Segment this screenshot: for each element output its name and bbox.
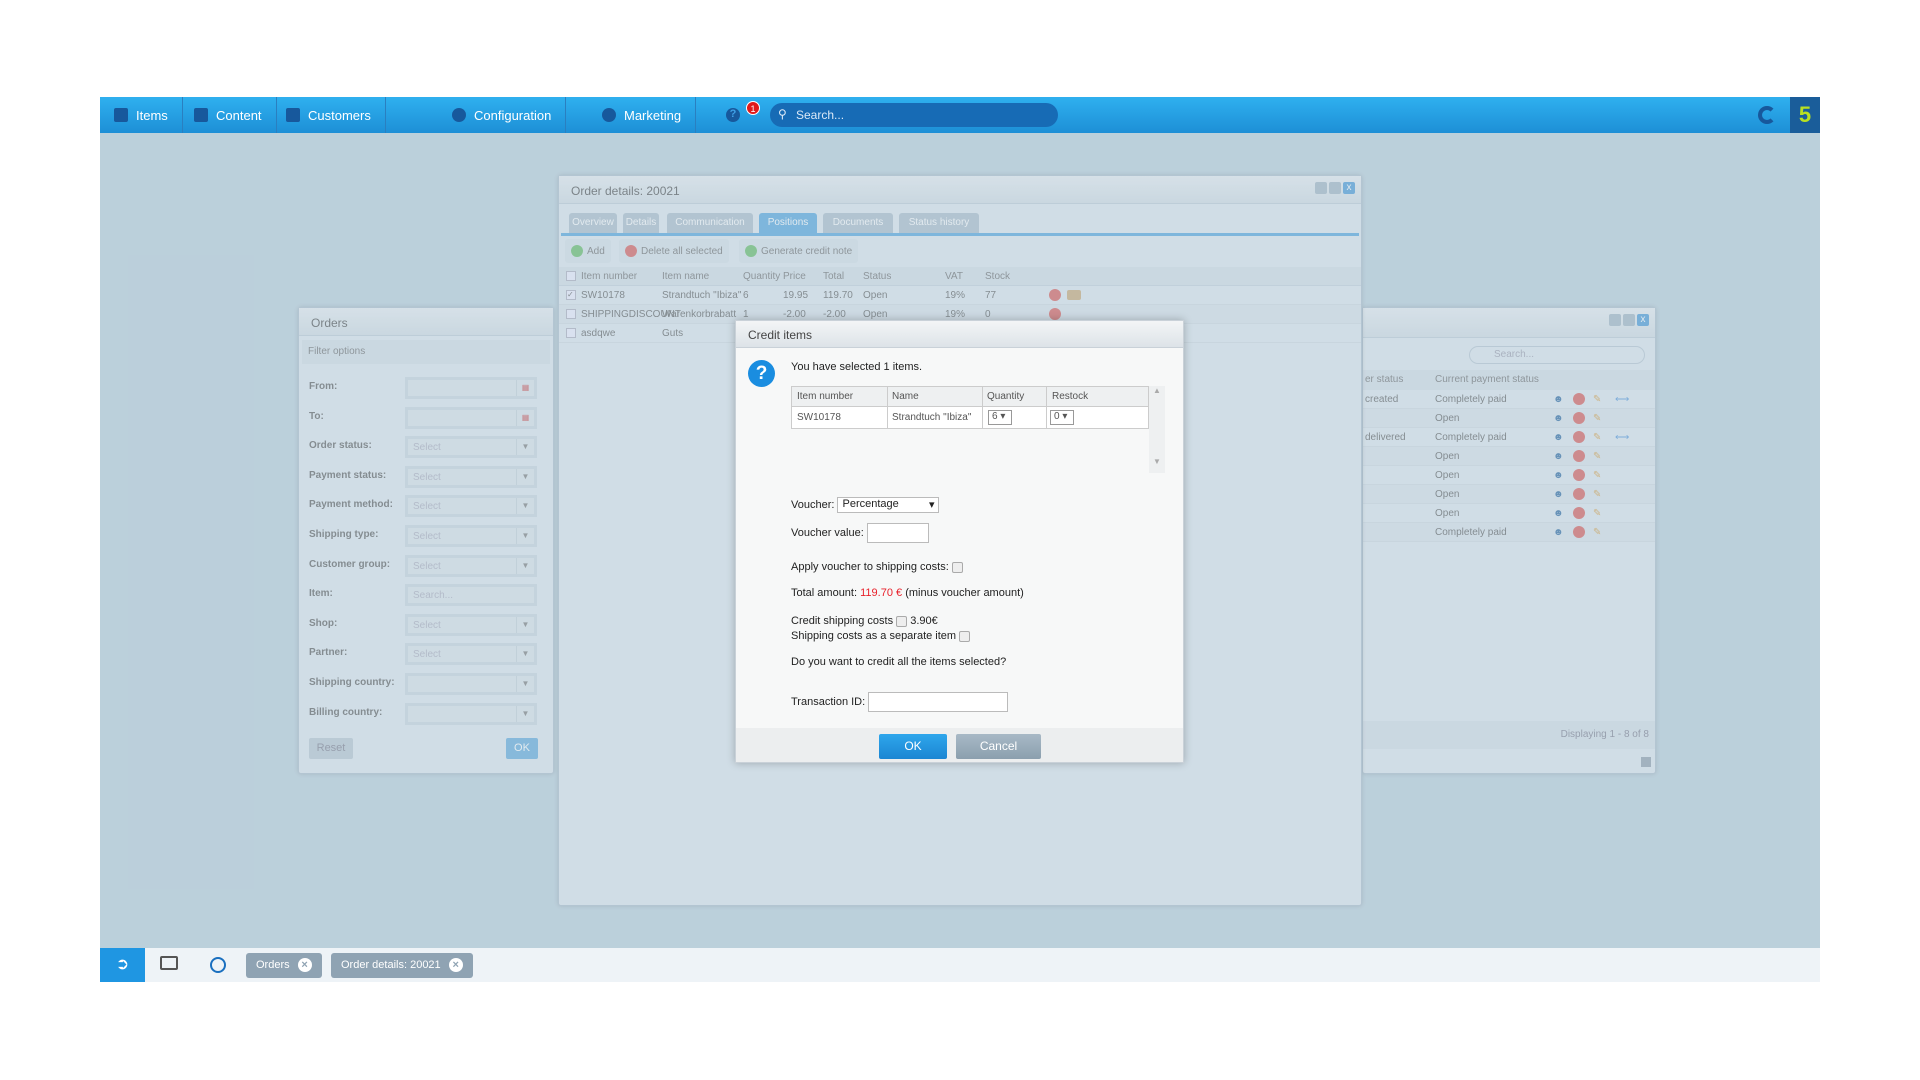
total-amount: 119.70 € (860, 587, 903, 599)
nav-label: Marketing (624, 107, 682, 123)
help-icon[interactable]: ? (726, 108, 740, 122)
credit-shipping-checkbox[interactable] (896, 615, 908, 627)
separate-item-row: Shipping costs as a separate item (791, 630, 971, 642)
taskbar-label: Orders (256, 959, 290, 971)
selected-count-text: You have selected 1 items. (791, 361, 923, 373)
nav-items[interactable]: Items (100, 97, 183, 133)
global-search-input[interactable]: ⚲ Search... (770, 103, 1058, 127)
total-label: Total amount: (791, 587, 858, 599)
transaction-id-label: Transaction ID: (791, 695, 866, 708)
nav-marketing[interactable]: Marketing (588, 97, 697, 133)
apply-voucher-label: Apply voucher to shipping costs: (791, 561, 949, 573)
voucher-type-value: Percentage (842, 498, 899, 510)
nav-configuration[interactable]: Configuration (438, 97, 567, 133)
question-icon: ? (748, 360, 775, 387)
search-icon: ⚲ (778, 107, 787, 121)
taskbar-orders[interactable]: Orders × (246, 953, 322, 978)
voucher-value-row: Voucher value: (791, 523, 929, 543)
item-number-cell: SW10178 (797, 412, 841, 423)
transaction-id-row: Transaction ID: (791, 692, 1009, 712)
taskbar-order-details[interactable]: Order details: 20021 × (331, 953, 473, 978)
shopware-logo-icon (1758, 106, 1776, 124)
windows-icon[interactable] (160, 956, 178, 970)
top-navigation-bar: Items Content Customers Configuration Ma… (100, 97, 1820, 133)
dashboard-icon[interactable] (210, 957, 226, 973)
total-amount-row: Total amount: 119.70 € (minus voucher am… (791, 587, 1024, 599)
quantity-select[interactable]: 6 ▾ (988, 410, 1012, 425)
voucher-value-label: Voucher value: (791, 526, 864, 539)
nav-label: Configuration (474, 107, 552, 123)
credit-shipping-row: Credit shipping costs 3.90€ (791, 615, 938, 627)
total-suffix: (minus voucher amount) (905, 587, 1024, 599)
credit-items-grid: Item number Name Quantity Restock SW1017… (791, 386, 1149, 429)
cancel-button[interactable]: Cancel (956, 734, 1041, 759)
users-icon (286, 108, 300, 122)
dialog-title: Credit items (736, 321, 1183, 348)
column-header: Restock (1052, 391, 1089, 402)
column-header: Quantity (987, 391, 1025, 402)
nav-customers[interactable]: Customers (272, 97, 386, 133)
nav-label: Content (216, 107, 262, 123)
pie-chart-icon (602, 108, 616, 122)
logout-icon[interactable]: ➲ (100, 948, 145, 982)
voucher-row: Voucher: Percentage ▾ (791, 497, 940, 513)
taskbar: ➲ Orders × Order details: 20021 × (100, 948, 1820, 982)
restock-select[interactable]: 0 ▾ (1050, 410, 1074, 425)
inbox-icon (114, 108, 128, 122)
credit-items-dialog: Credit items ? You have selected 1 items… (735, 320, 1184, 763)
grid-scrollbar[interactable]: ▲ ▼ (1149, 386, 1165, 473)
search-placeholder: Search... (796, 108, 845, 122)
notification-badge[interactable]: 1 (746, 101, 760, 115)
nav-content[interactable]: Content (180, 97, 277, 133)
separate-item-label: Shipping costs as a separate item (791, 630, 957, 642)
document-icon (194, 108, 208, 122)
transaction-id-input[interactable] (868, 692, 1009, 712)
separate-item-checkbox[interactable] (959, 630, 971, 642)
voucher-type-select[interactable]: Percentage ▾ (837, 497, 940, 513)
close-icon[interactable]: × (448, 958, 463, 972)
item-name-cell: Strandtuch "Ibiza" (892, 412, 972, 423)
shipping-amount: 3.90€ (910, 615, 938, 627)
nav-label: Items (136, 107, 168, 123)
voucher-label: Voucher: (791, 498, 835, 511)
version-logo: 5 (1790, 97, 1820, 133)
taskbar-label: Order details: 20021 (341, 959, 441, 971)
nav-label: Customers (308, 107, 371, 123)
credit-shipping-label: Credit shipping costs (791, 615, 894, 627)
quantity-value: 6 (992, 411, 998, 422)
apply-voucher-checkbox[interactable] (951, 561, 963, 573)
restock-value: 0 (1054, 411, 1060, 422)
apply-voucher-row: Apply voucher to shipping costs: (791, 561, 963, 573)
voucher-value-input[interactable] (866, 523, 929, 543)
ok-button[interactable]: OK (879, 734, 947, 759)
column-header: Name (892, 391, 919, 402)
gear-icon (452, 108, 466, 122)
confirm-question: Do you want to credit all the items sele… (791, 656, 1007, 668)
column-header: Item number (797, 391, 854, 402)
close-icon[interactable]: × (297, 958, 312, 972)
